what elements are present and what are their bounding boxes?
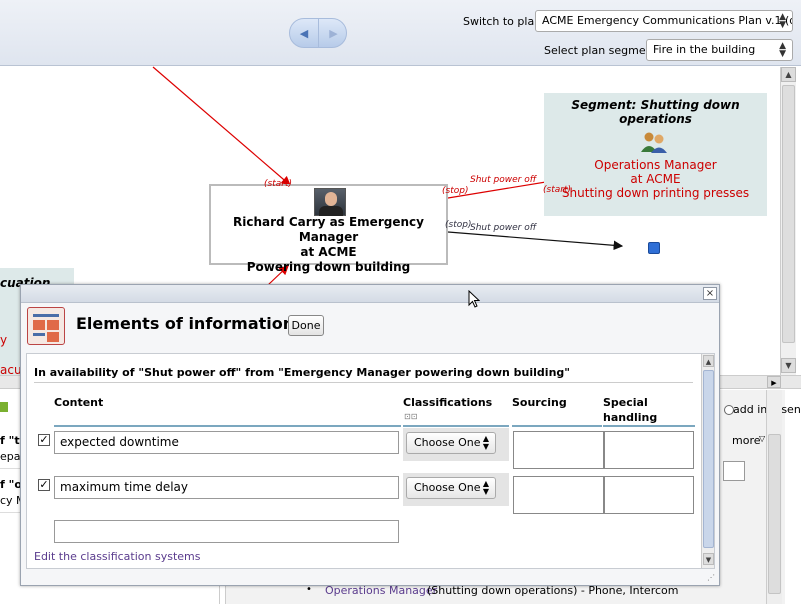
people-icon <box>641 132 667 153</box>
col-special-line-1: Special <box>603 396 648 409</box>
scroll-up-icon[interactable]: ▲ <box>781 67 796 82</box>
start-label-2: (start) <box>543 185 571 195</box>
node-line-3: Powering down building <box>246 260 411 274</box>
left-fragment-1: y <box>0 333 8 347</box>
right-scrollbar[interactable] <box>766 390 782 604</box>
row-1-content-input[interactable]: expected downtime <box>54 431 399 454</box>
segment-box[interactable]: Segment: Shutting down operations Operat… <box>544 93 767 216</box>
row-2-classification-select[interactable]: Choose One ▲ ▼ <box>406 477 496 499</box>
right-input[interactable] <box>723 461 745 481</box>
person-photo <box>314 188 346 216</box>
mouse-cursor-icon <box>468 290 480 308</box>
col-classifications-header: Classifications <box>403 396 493 409</box>
node-line-2: at ACME <box>300 245 357 259</box>
node-text: Richard Carry as Emergency Manager at AC… <box>211 215 446 275</box>
col-sourcing-header: Sourcing <box>512 396 567 409</box>
close-icon[interactable]: × <box>703 287 717 300</box>
row-2-special-input[interactable] <box>604 476 694 514</box>
canvas-scrollbar[interactable]: ▲ ▼ <box>780 67 796 375</box>
dialog-scrollbar[interactable]: ▲ ▼ <box>701 354 714 568</box>
col-special-line-2: handling <box>603 411 658 424</box>
row-2-content-input[interactable]: maximum time delay <box>54 476 399 499</box>
dialog-title: Elements of information <box>76 314 295 333</box>
node-line-1: Richard Carry as Emergency Manager <box>233 215 424 244</box>
stop-label-2: (stop) <box>445 220 472 230</box>
start-label: (start) <box>264 179 292 189</box>
more-button[interactable]: more <box>732 434 761 447</box>
select-arrows-icon: ▲ ▼ <box>482 434 489 451</box>
new-content-input[interactable] <box>54 520 399 543</box>
row-2-checkbox[interactable]: ✓ <box>38 479 50 491</box>
scroll-down-icon[interactable]: ▼ <box>703 553 714 565</box>
scroll-thumb[interactable] <box>768 434 781 594</box>
scroll-thumb[interactable] <box>782 85 795 343</box>
edit-classification-link[interactable]: Edit the classification systems <box>34 550 201 563</box>
scroll-right-icon[interactable]: ▶ <box>767 376 781 388</box>
green-arrow-icon <box>0 402 8 412</box>
dialog-content: In availability of "Shut power off" from… <box>26 353 715 569</box>
row-1-sourcing-input[interactable] <box>513 431 604 469</box>
col-special-header: Special handling <box>603 395 657 425</box>
shut-power-label-2[interactable]: Shut power off <box>470 223 536 233</box>
elements-of-information-dialog: × Elements of information Done In availa… <box>20 284 720 586</box>
select-arrows-icon: ▲ ▼ <box>482 479 489 496</box>
stop-label: (stop) <box>442 186 469 196</box>
end-node-icon[interactable] <box>648 242 660 254</box>
dialog-title-bar[interactable]: × <box>21 285 719 303</box>
row-1-classification-select[interactable]: Choose One ▲ ▼ <box>406 432 496 454</box>
link-icon[interactable]: ⊡⊡ <box>404 412 417 421</box>
scroll-up-icon[interactable]: ▲ <box>703 355 714 367</box>
shut-power-label[interactable]: Shut power off <box>470 175 536 185</box>
scroll-thumb[interactable] <box>703 370 714 548</box>
availability-header: In availability of "Shut power off" from… <box>34 366 571 379</box>
row-1-special-input[interactable] <box>604 431 694 469</box>
done-button[interactable]: Done <box>288 315 324 336</box>
chevron-down-icon: ▽ <box>759 434 766 443</box>
scroll-down-icon[interactable]: ▼ <box>781 358 796 373</box>
ops-line-2: at ACME <box>630 172 681 186</box>
segment-title: Segment: Shutting down operations <box>571 98 740 126</box>
resize-grip-icon[interactable]: ⋰ <box>707 573 715 582</box>
flow-arrow-in <box>152 66 291 186</box>
ops-line-3: Shutting down printing presses <box>561 186 750 200</box>
elements-info-icon <box>27 307 65 345</box>
ops-line-1: Operations Manager <box>594 158 717 172</box>
emergency-manager-node[interactable]: Richard Carry as Emergency Manager at AC… <box>209 184 448 274</box>
row-1-classification-value: Choose One <box>414 436 481 449</box>
row-2-sourcing-input[interactable] <box>513 476 604 514</box>
row-1-checkbox[interactable]: ✓ <box>38 434 50 446</box>
row-2-classification-value: Choose One <box>414 481 481 494</box>
flow-arrow-shut-power-2 <box>447 231 624 251</box>
col-content-header: Content <box>54 396 104 409</box>
operations-manager-node[interactable]: Operations Manager at ACME Shutting down… <box>544 158 767 200</box>
